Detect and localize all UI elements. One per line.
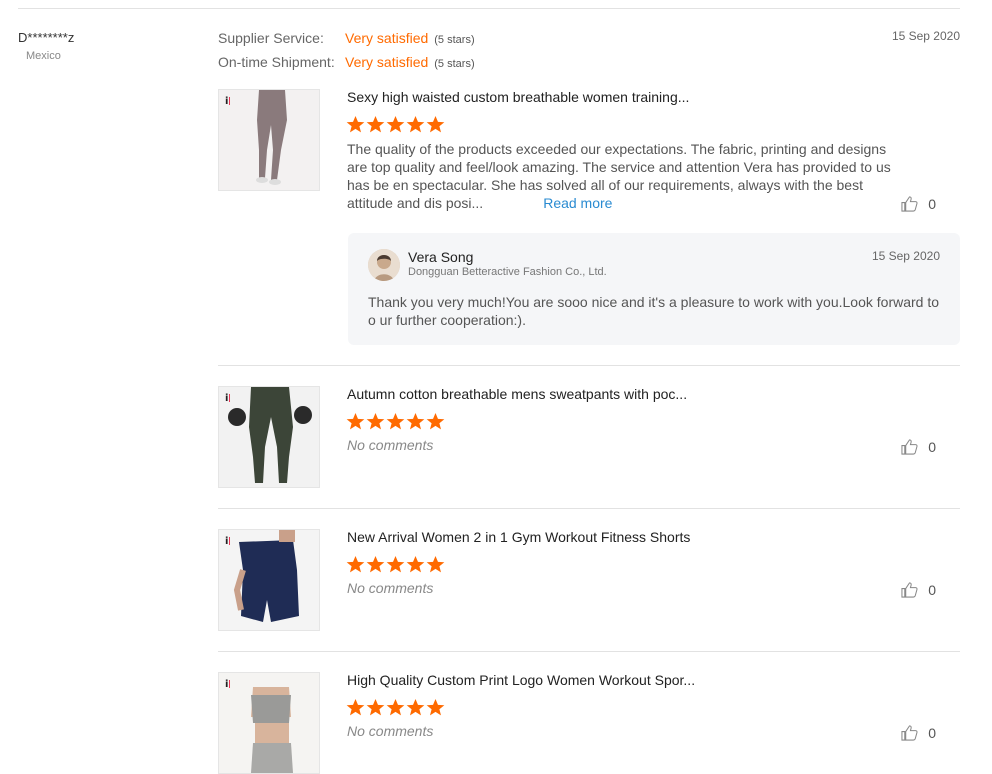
review-comment: The quality of the products exceeded our… xyxy=(347,140,907,212)
ontime-shipment-label: On-time Shipment: xyxy=(218,54,335,70)
divider xyxy=(218,508,960,509)
supplier-service-value: Very satisfied xyxy=(345,30,429,46)
review-date: 15 Sep 2020 xyxy=(891,29,960,43)
star-icon xyxy=(426,555,445,573)
like-count: 0 xyxy=(928,724,936,741)
like-button[interactable]: 0 xyxy=(901,438,936,455)
star-icon xyxy=(386,555,405,573)
top-divider xyxy=(18,8,960,9)
product-title[interactable]: Sexy high waisted custom breathable wome… xyxy=(347,89,689,105)
star-icon xyxy=(426,115,445,133)
product-review-item: i New Arrival Women 2 in 1 Gym Workout F… xyxy=(218,529,960,631)
svg-text:i: i xyxy=(225,96,228,107)
like-button[interactable]: 0 xyxy=(901,581,936,598)
star-icon xyxy=(386,115,405,133)
star-icon xyxy=(406,412,425,430)
thumbs-up-icon xyxy=(901,439,918,455)
buyer-country: Mexico xyxy=(26,50,61,62)
ontime-shipment-stars-note: (5 stars) xyxy=(434,58,475,70)
like-button[interactable]: 0 xyxy=(901,724,936,741)
star-icon xyxy=(366,555,385,573)
product-star-rating xyxy=(346,698,445,717)
product-thumbnail[interactable]: i xyxy=(218,386,320,488)
product-title[interactable]: Autumn cotton breathable mens sweatpants… xyxy=(347,386,687,402)
no-comments-text: No comments xyxy=(347,580,434,596)
svg-text:i: i xyxy=(225,536,228,547)
thumbs-up-icon xyxy=(901,196,918,212)
star-icon xyxy=(366,412,385,430)
reply-date: 15 Sep 2020 xyxy=(871,249,940,263)
no-comments-text: No comments xyxy=(347,437,434,453)
avatar xyxy=(368,249,400,281)
thumbs-up-icon xyxy=(901,725,918,741)
supplier-reply: Vera Song Dongguan Betteractive Fashion … xyxy=(348,233,960,345)
star-icon xyxy=(346,412,365,430)
like-count: 0 xyxy=(928,581,936,598)
read-more-link[interactable]: Read more xyxy=(543,195,612,211)
product-thumbnail[interactable]: i xyxy=(218,672,320,774)
product-star-rating xyxy=(346,412,445,431)
star-icon xyxy=(426,412,445,430)
product-star-rating xyxy=(346,115,445,134)
product-review-item: i Sexy high waisted custom breathable wo… xyxy=(218,89,960,219)
star-icon xyxy=(386,412,405,430)
reply-company: Dongguan Betteractive Fashion Co., Ltd. xyxy=(408,266,607,278)
ontime-shipment-value: Very satisfied xyxy=(345,54,429,70)
svg-text:i: i xyxy=(225,393,228,404)
buyer-name: D********z xyxy=(18,30,75,45)
product-thumbnail[interactable]: i xyxy=(218,89,320,191)
like-count: 0 xyxy=(928,195,936,212)
svg-text:i: i xyxy=(225,679,228,690)
product-title[interactable]: High Quality Custom Print Logo Women Wor… xyxy=(347,672,695,688)
star-icon xyxy=(346,555,365,573)
like-button[interactable]: 0 xyxy=(901,195,936,212)
ontime-shipment-rating: On-time Shipment: Very satisfied (5 stars) xyxy=(218,54,475,70)
star-icon xyxy=(346,698,365,716)
star-icon xyxy=(406,555,425,573)
reply-author-name: Vera Song xyxy=(408,249,474,265)
star-icon xyxy=(366,115,385,133)
star-icon xyxy=(386,698,405,716)
divider xyxy=(218,365,960,366)
no-comments-text: No comments xyxy=(347,723,434,739)
product-star-rating xyxy=(346,555,445,574)
reply-text: Thank you very much!You are sooo nice an… xyxy=(368,294,940,328)
star-icon xyxy=(406,115,425,133)
star-icon xyxy=(346,115,365,133)
supplier-service-rating: Supplier Service: Very satisfied (5 stars) xyxy=(218,30,475,46)
like-count: 0 xyxy=(928,438,936,455)
product-review-item: i High Quality Custom Print Logo Women W… xyxy=(218,672,960,774)
supplier-service-label: Supplier Service: xyxy=(218,30,324,46)
review-comment-text: The quality of the products exceeded our… xyxy=(347,141,891,211)
product-title[interactable]: New Arrival Women 2 in 1 Gym Workout Fit… xyxy=(347,529,690,545)
divider xyxy=(218,651,960,652)
star-icon xyxy=(426,698,445,716)
star-icon xyxy=(366,698,385,716)
star-icon xyxy=(406,698,425,716)
product-thumbnail[interactable]: i xyxy=(218,529,320,631)
product-review-item: i Autumn cotton breathable mens sweatpan… xyxy=(218,386,960,488)
supplier-service-stars-note: (5 stars) xyxy=(434,34,475,46)
thumbs-up-icon xyxy=(901,582,918,598)
